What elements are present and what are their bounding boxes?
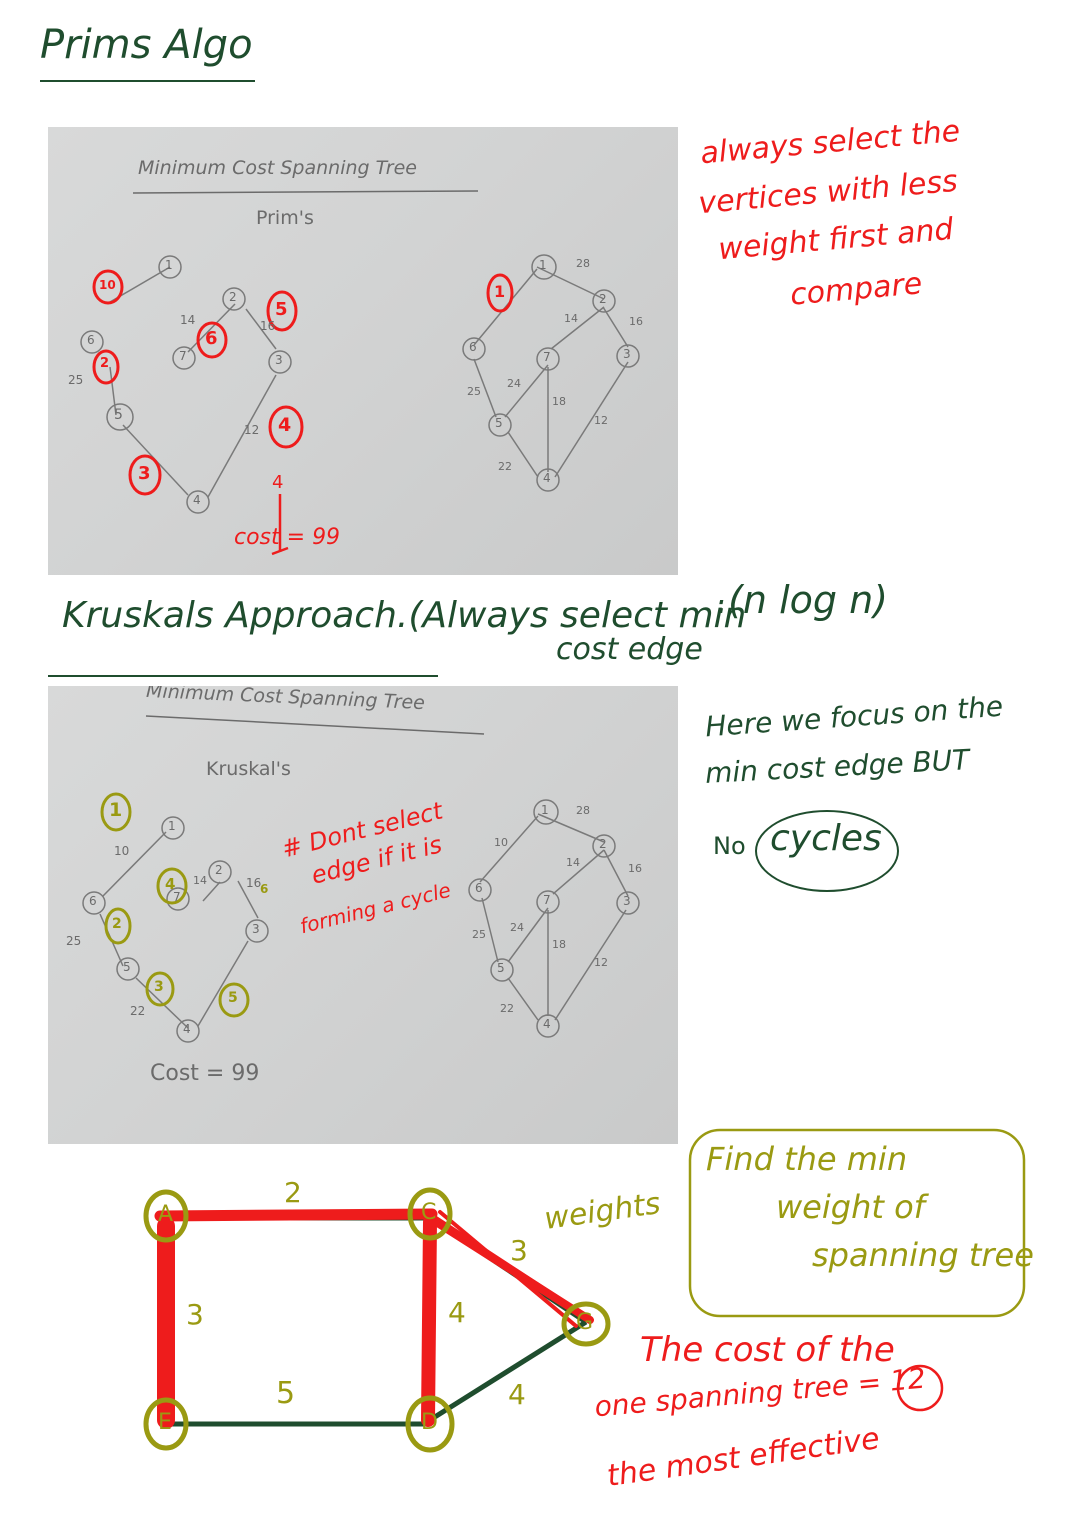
graph-cost-line1: The cost of the <box>640 1330 895 1370</box>
find-box-line3: spanning tree <box>812 1236 1034 1274</box>
graph-weight-ae: 3 <box>186 1298 204 1331</box>
graph-weight-dg: 4 <box>508 1378 526 1411</box>
example-graph <box>143 1128 1026 1453</box>
graph-weight-ac: 2 <box>284 1176 302 1209</box>
graph-nodes <box>143 1187 611 1453</box>
graph-node-e: E <box>158 1410 172 1435</box>
graph-weight-cg: 3 <box>510 1234 528 1267</box>
graph-weight-ed: 5 <box>276 1376 296 1411</box>
graph-node-d: D <box>421 1410 438 1435</box>
graph-node-g: G <box>576 1310 594 1335</box>
graph-weight-cd: 4 <box>448 1296 466 1329</box>
find-box-line1: Find the min <box>706 1140 908 1178</box>
graph-node-a: A <box>158 1202 174 1227</box>
graph-node-c: C <box>421 1200 437 1225</box>
find-box-line2: weight of <box>776 1188 925 1226</box>
